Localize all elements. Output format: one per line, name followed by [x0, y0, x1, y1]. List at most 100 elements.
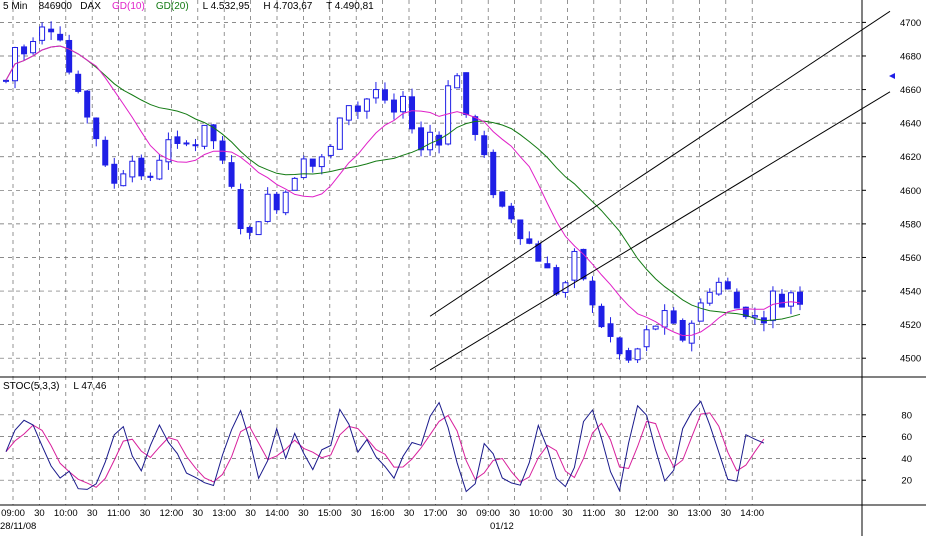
candle-body: [544, 263, 551, 269]
x-tick-label: 30: [668, 508, 679, 519]
chart-header: 5 Min 846900 DAX GD(10) GD(20) L 4.532,9…: [3, 1, 374, 13]
candle-body: [472, 116, 479, 135]
candle-body: [147, 175, 154, 178]
candle-body: [129, 160, 136, 178]
x-tick-label: 30: [615, 508, 626, 519]
stoch-tick-label: 20: [901, 476, 912, 487]
candle-body: [688, 322, 695, 344]
candle-body: [625, 350, 632, 361]
stoch-label: STOC(5,3,3): [3, 381, 60, 392]
x-tick-label: 14:00: [265, 508, 289, 519]
candle-body: [363, 98, 370, 112]
candle-body: [427, 131, 434, 151]
candle-body: [219, 140, 226, 161]
candle-body: [174, 136, 181, 144]
candle-body: [309, 158, 316, 167]
candle-body: [607, 323, 614, 337]
candle-body: [201, 124, 208, 147]
candle-body: [778, 293, 785, 308]
candle-body: [751, 315, 758, 318]
candle-body: [372, 89, 379, 99]
candle-body: [273, 193, 280, 211]
candle-body: [400, 95, 406, 113]
x-tick-label: 30: [245, 508, 256, 519]
candle-body: [156, 159, 163, 180]
candle-body: [93, 117, 100, 140]
x-tick-label: 15:00: [318, 508, 342, 519]
candle-body: [381, 89, 388, 101]
low-price: T 4.490,81: [326, 1, 374, 12]
y-tick-label: 4520: [900, 320, 921, 331]
candle-body: [291, 177, 298, 191]
symbol-code: 846900: [38, 1, 72, 12]
candle-body: [75, 73, 82, 92]
candle-body: [39, 26, 46, 41]
candle-body: [490, 151, 497, 196]
chart-grid: [0, 0, 862, 505]
candle-body: [183, 142, 190, 145]
candle-body: [733, 291, 740, 309]
x-tick-label: 30: [721, 508, 732, 519]
candle-body: [390, 99, 397, 113]
candle-body: [526, 238, 533, 244]
x-tick-label: 12:00: [635, 508, 659, 519]
candle-body: [454, 75, 461, 89]
x-tick-label: 30: [140, 508, 151, 519]
stock-chart: 09:00 30 10:00 30 11:00 30 12:00 30 13:00 30 14:00…: [0, 0, 926, 536]
candle-body: [354, 105, 361, 112]
candle-body: [679, 319, 686, 341]
x-tick-label: 10:00: [529, 508, 553, 519]
x-tick-label: 30: [457, 508, 468, 519]
y-tick-label: 4660: [900, 85, 921, 96]
y-tick-label: 4580: [900, 219, 921, 230]
candle-body: [237, 189, 244, 230]
candle-body: [535, 243, 542, 262]
interval-label: 5 Min: [3, 1, 28, 12]
stoch-header: STOC(5,3,3) L 47,46: [3, 381, 106, 393]
candle-body: [264, 193, 271, 222]
candle-body: [228, 162, 235, 187]
candle-body: [111, 163, 118, 184]
candle-body: [463, 72, 470, 116]
candle-body: [84, 90, 91, 118]
candle-body: [336, 117, 343, 150]
x-tick-label: 13:00: [212, 508, 236, 519]
candle-body: [327, 145, 334, 156]
candle-body: [345, 105, 352, 121]
candle-body: [138, 157, 145, 177]
candle-body: [706, 291, 713, 304]
y-tick-label: 4500: [900, 354, 921, 365]
candle-body: [102, 139, 109, 166]
x-tick-label: 30: [562, 508, 573, 519]
candle-body: [499, 191, 506, 207]
x-tick-label: 12:00: [160, 508, 184, 519]
candle-body: [652, 325, 659, 330]
last-price: L 4.532,95: [202, 1, 250, 12]
candle-body: [715, 281, 722, 295]
stoch-tick-label: 60: [901, 432, 912, 443]
last-price-marker: [889, 73, 895, 79]
candle-body: [300, 158, 307, 179]
candle-body: [409, 96, 416, 130]
x-tick-label: 30: [509, 508, 520, 519]
x-tick-label: 30: [298, 508, 309, 519]
candle-body: [724, 281, 731, 290]
candle-body: [120, 173, 127, 187]
trend-channel-upper: [429, 10, 891, 317]
x-tick-label: 30: [351, 508, 362, 519]
y-tick-label: 4620: [900, 152, 921, 163]
y-tick-label: 4600: [900, 186, 921, 197]
candle-body: [246, 226, 253, 233]
x-tick-label: 14:00: [740, 508, 764, 519]
x-tick-label: 30: [193, 508, 204, 519]
candle-body: [255, 221, 262, 236]
x-tick-label: 11:00: [582, 508, 605, 519]
high-price: H 4.703,67: [263, 1, 313, 12]
x-tick-label: 11:00: [107, 508, 130, 519]
candle-body: [192, 144, 199, 147]
stoch-last: L 47,46: [73, 381, 107, 392]
candle-body: [3, 79, 9, 82]
candle-body: [697, 302, 704, 322]
candle-body: [282, 191, 289, 214]
gd20-legend: GD(20): [155, 1, 189, 12]
